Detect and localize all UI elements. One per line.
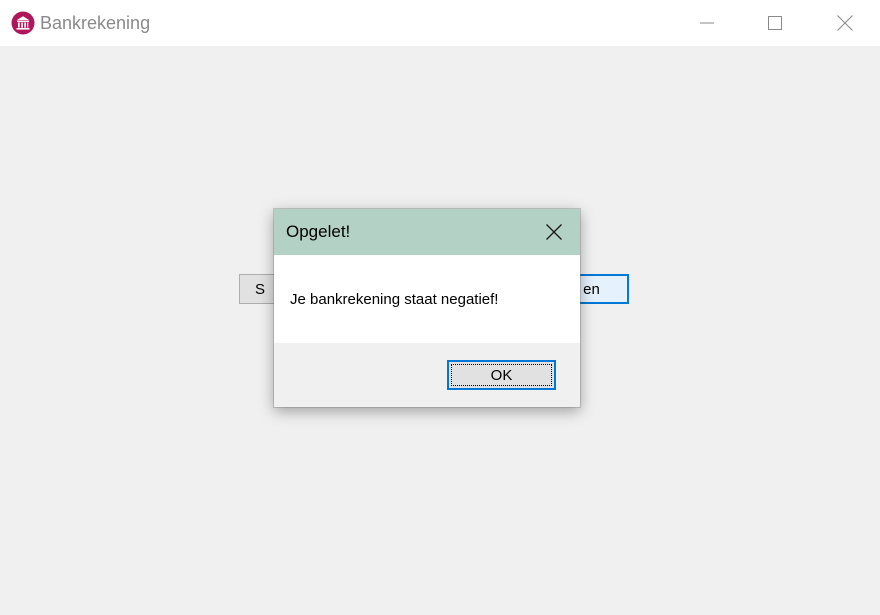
dialog-message: Je bankrekening staat negatief! — [290, 291, 499, 308]
dialog-titlebar[interactable]: Opgelet! — [274, 209, 580, 255]
ok-button[interactable]: OK — [447, 360, 556, 390]
ok-button-label: OK — [490, 366, 513, 384]
dialog-close-button[interactable] — [536, 217, 572, 247]
minimize-icon — [700, 22, 714, 24]
maximize-button[interactable] — [740, 0, 810, 46]
dialog-title: Opgelet! — [286, 222, 351, 241]
close-icon — [546, 224, 562, 240]
close-icon — [837, 15, 853, 31]
close-button[interactable] — [810, 0, 880, 46]
right-form-button-label: en — [583, 280, 600, 298]
minimize-button[interactable] — [672, 0, 742, 46]
message-dialog: Opgelet! Je bankrekening staat negatief!… — [274, 209, 580, 407]
window-titlebar[interactable]: Bankrekening — [0, 0, 880, 46]
dialog-footer: OK — [274, 343, 580, 407]
dialog-body: Je bankrekening staat negatief! — [274, 255, 580, 343]
bank-icon — [11, 11, 35, 35]
window-title: Bankrekening — [40, 13, 151, 33]
maximize-icon — [768, 16, 782, 30]
left-form-button-label: S — [254, 280, 265, 298]
